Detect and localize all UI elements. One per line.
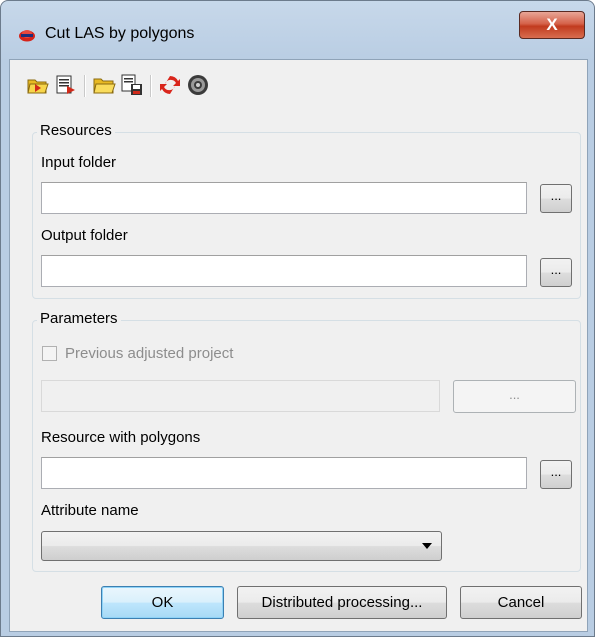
open-icon[interactable]	[26, 73, 50, 97]
output-folder-label: Output folder	[41, 227, 128, 244]
output-folder-browse-button[interactable]: ...	[540, 258, 572, 287]
app-icon	[19, 30, 35, 42]
distributed-processing-button[interactable]: Distributed processing...	[237, 586, 447, 619]
previous-project-checkbox[interactable]	[42, 346, 57, 361]
output-folder-field[interactable]	[41, 255, 527, 287]
dialog-body: Resources Input folder ... Output folder…	[9, 59, 588, 632]
polygons-browse-button[interactable]: ...	[540, 460, 572, 489]
previous-project-browse-button: ...	[453, 380, 576, 413]
input-folder-label: Input folder	[41, 154, 117, 171]
save-icon[interactable]	[54, 73, 78, 97]
resources-group-title: Resources	[37, 122, 115, 139]
ok-button[interactable]: OK	[101, 586, 224, 619]
attribute-name-combobox[interactable]	[41, 531, 442, 561]
input-folder-browse-button[interactable]: ...	[540, 184, 572, 213]
title-bar[interactable]: Cut LAS by polygons X	[1, 1, 594, 59]
save-as-icon[interactable]	[120, 73, 144, 97]
polygons-field[interactable]	[41, 457, 527, 489]
open-folder-icon[interactable]	[92, 73, 116, 97]
attribute-name-label: Attribute name	[41, 502, 139, 519]
refresh-icon[interactable]	[158, 73, 182, 97]
settings-icon[interactable]	[186, 73, 210, 97]
cancel-button[interactable]: Cancel	[460, 586, 582, 619]
parameters-group-title: Parameters	[37, 310, 121, 327]
close-button[interactable]: X	[519, 11, 585, 39]
window-title: Cut LAS by polygons	[45, 25, 195, 42]
previous-project-label: Previous adjusted project	[65, 345, 234, 362]
previous-project-field	[41, 380, 440, 412]
polygons-label: Resource with polygons	[41, 429, 201, 446]
input-folder-field[interactable]	[41, 182, 527, 214]
chevron-down-icon	[422, 543, 432, 549]
dialog-window: Cut LAS by polygons X Resources Input fo…	[0, 0, 595, 637]
